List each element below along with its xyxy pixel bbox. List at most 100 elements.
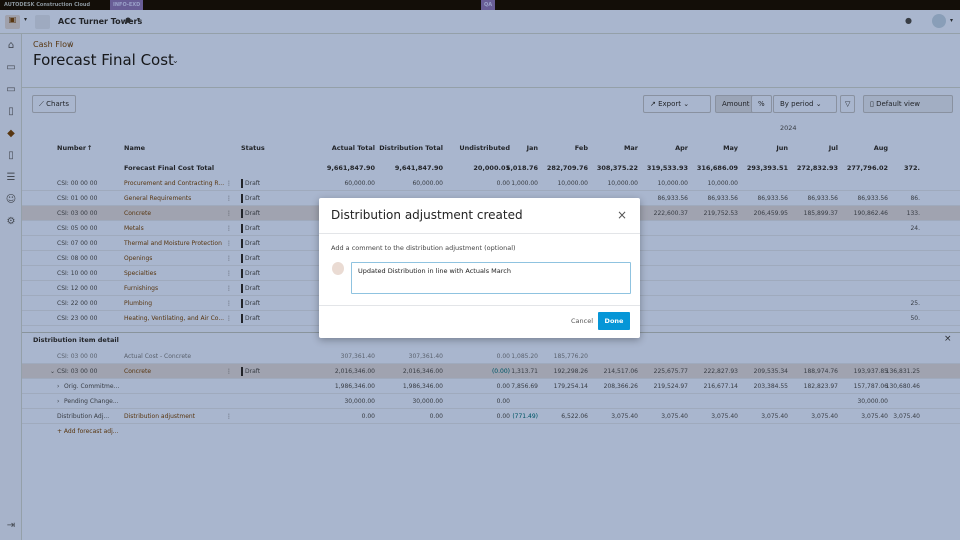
cell-value: 24. (910, 225, 920, 232)
more-options-icon[interactable]: ⋮ (226, 409, 232, 424)
top-bar: AUTODESK Construction Cloud INFO-EXD QA (0, 0, 960, 10)
by-period-dropdown[interactable]: By period ⌄ (773, 95, 837, 113)
brand-logo: AUTODESK Construction Cloud (4, 2, 91, 8)
row-name[interactable]: Distribution adjustment (124, 409, 195, 424)
column-header-name[interactable]: Name (124, 141, 145, 156)
cancel-button[interactable]: Cancel (571, 317, 593, 325)
status-badge: Draft (245, 300, 261, 307)
more-options-icon[interactable]: ⋮ (226, 191, 232, 206)
row-name[interactable]: Thermal and Moisture Protection (124, 236, 222, 251)
row-name: Actual Cost - Concrete (124, 353, 192, 360)
cell-value: 133. (906, 210, 920, 217)
more-options-icon[interactable]: ⋮ (226, 206, 232, 221)
qa-badge: QA (481, 0, 496, 10)
export-button[interactable]: ↗ Export ⌄ (643, 95, 711, 113)
row-name[interactable]: Openings (124, 251, 152, 266)
home-icon[interactable]: ⌂ (5, 40, 17, 52)
avatar[interactable] (932, 14, 946, 28)
members-icon[interactable]: ☺ (5, 194, 17, 206)
status-indicator (241, 194, 243, 203)
cell-value: 10,000.00 (707, 180, 738, 187)
document-icon[interactable]: ▯ (5, 106, 17, 118)
row-name[interactable]: Plumbing (124, 296, 152, 311)
row-number: Pending Change... (64, 398, 119, 405)
status-indicator (241, 254, 243, 263)
row-name[interactable]: Concrete (124, 364, 151, 379)
detail-panel-title: Distribution item detail (33, 336, 119, 344)
row-name[interactable]: Metals (124, 221, 144, 236)
more-options-icon[interactable]: ⋮ (226, 281, 232, 296)
status-badge: Draft (245, 368, 261, 375)
column-header-number[interactable]: Number (57, 141, 86, 156)
row-number: CSI: 07 00 00 (57, 240, 98, 247)
filter-icon[interactable]: ▽ (840, 95, 856, 113)
forecast-icon[interactable]: ◆ (5, 128, 17, 140)
row-number: CSI: 03 00 00 (57, 353, 98, 360)
row-name[interactable]: Furnishings (124, 281, 158, 296)
more-options-icon[interactable]: ⋮ (226, 364, 232, 379)
row-name[interactable]: General Requirements (124, 191, 191, 206)
more-options-icon[interactable]: ⋮ (226, 266, 232, 281)
row-name[interactable]: Specialties (124, 266, 156, 281)
more-options-icon[interactable]: ⋮ (226, 311, 232, 326)
help-icon[interactable]: ● (905, 16, 912, 25)
row-number: CSI: 05 00 00 (57, 225, 98, 232)
row-name[interactable]: Concrete (124, 206, 151, 221)
total-value: 372. (903, 164, 920, 172)
default-view-dropdown[interactable]: ▯ Default view (863, 95, 953, 113)
status-indicator (241, 299, 243, 308)
add-forecast-adjustment-link[interactable]: + Add forecast adj... (57, 428, 119, 435)
sort-ascending-icon[interactable]: ↑ (87, 141, 92, 156)
expand-sidebar-icon[interactable]: ⇥ (5, 520, 17, 532)
row-name[interactable]: Heating, Ventilating, and Air Co... (124, 311, 224, 326)
add-budget-icon[interactable]: ▭ (5, 62, 17, 74)
breadcrumb[interactable]: Cash Flow (33, 40, 74, 49)
chevron-down-icon[interactable]: ▾ (24, 16, 27, 23)
cell-value: 50. (910, 315, 920, 322)
status-badge: Draft (245, 225, 261, 232)
project-thumbnail (35, 15, 50, 29)
avatar (332, 262, 344, 275)
divider (319, 305, 640, 306)
row-number: CSI: 08 00 00 (57, 255, 98, 262)
more-options-icon[interactable]: ⋮ (226, 236, 232, 251)
app-switcher-icon[interactable]: ▣ (5, 15, 20, 29)
forecast-total-label: Forecast Final Cost Total (124, 164, 215, 172)
column-header-status[interactable]: Status (241, 141, 265, 156)
status-badge: Draft (245, 180, 261, 187)
cell-value: 185,776.20 (553, 353, 588, 360)
status-badge: Draft (245, 255, 261, 262)
close-icon[interactable]: × (944, 334, 952, 344)
done-button[interactable]: Done (598, 312, 630, 330)
cell-value: 30,000.00 (857, 398, 888, 405)
settings-icon[interactable]: ⚙ (5, 216, 17, 228)
more-options-icon[interactable]: ⋮ (226, 176, 232, 191)
close-icon[interactable]: × (617, 208, 627, 222)
divider (319, 233, 640, 234)
column-header[interactable]: Aug (808, 141, 888, 156)
status-badge: Draft (245, 240, 261, 247)
comment-label: Add a comment to the distribution adjust… (331, 244, 516, 252)
chevron-down-icon[interactable]: ▾ (137, 16, 140, 23)
row-number: CSI: 01 00 00 (57, 195, 98, 202)
collapse-icon[interactable]: ⌄ (50, 364, 55, 379)
percent-toggle[interactable]: % (751, 95, 772, 113)
more-options-icon[interactable]: ⋮ (226, 296, 232, 311)
row-number: CSI: 10 00 00 (57, 270, 98, 277)
chevron-down-icon[interactable]: ▾ (950, 17, 953, 24)
cell-value: 136,831.25 (885, 368, 920, 375)
expand-icon[interactable]: › (57, 379, 59, 394)
expand-icon[interactable]: › (57, 394, 59, 409)
charts-button[interactable]: ⟋ Charts (32, 95, 77, 113)
cost-icon[interactable]: ▭ (5, 84, 17, 96)
report-icon[interactable]: ☰ (5, 172, 17, 184)
comment-input[interactable]: Updated Distribution in line with Actual… (351, 262, 631, 294)
more-options-icon[interactable]: ⋮ (226, 251, 232, 266)
status-indicator (241, 224, 243, 233)
row-number: CSI: 03 00 00 (57, 210, 98, 217)
charts-label: Charts (46, 100, 70, 108)
row-name[interactable]: Procurement and Contracting R... (124, 176, 224, 191)
chevron-down-icon[interactable]: ⌄ (172, 56, 179, 65)
more-options-icon[interactable]: ⋮ (226, 221, 232, 236)
file-icon[interactable]: ▯ (5, 150, 17, 162)
